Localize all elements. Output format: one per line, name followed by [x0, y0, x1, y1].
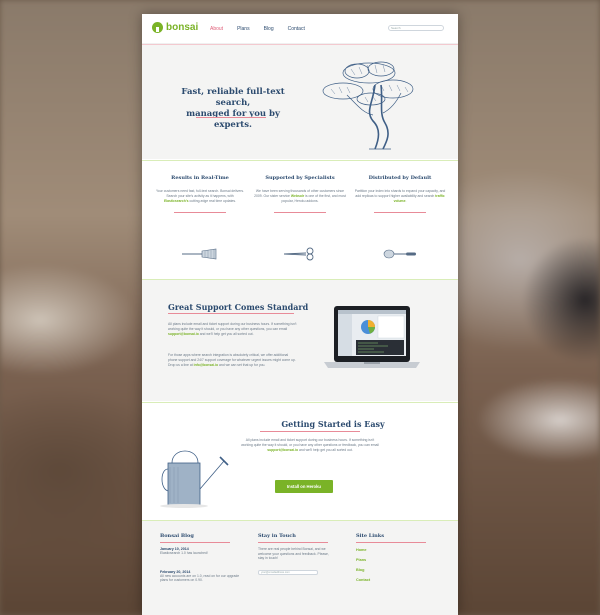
footer-site-links: Site Links Home Plans Blog Contact	[356, 533, 436, 585]
support-text: and we can set that up for you.	[218, 363, 266, 367]
footer-divider	[160, 542, 230, 543]
footer-links-title: Site Links	[356, 533, 385, 539]
nav-item-contact[interactable]: Contact	[288, 26, 305, 32]
feature-divider	[174, 212, 226, 213]
support-paragraph-2: For those apps where search integration …	[168, 353, 298, 368]
support-paragraph-1: All plans include email and ticket suppo…	[168, 322, 298, 337]
feature-link[interactable]: Websolr	[291, 194, 304, 198]
email-field[interactable]: your@emailaddress.com	[258, 569, 318, 575]
feature-text-a: Partition your index into shards to expa…	[354, 189, 446, 198]
feature-title: Results in Real-Time	[171, 175, 229, 181]
bonsai-logo-icon	[152, 22, 163, 33]
footer-divider	[258, 542, 328, 543]
started-text-b: and we'll help get you all sorted out.	[298, 448, 353, 452]
footer-blog: Bonsai Blog January 10, 2014 Elasticsear…	[160, 533, 240, 583]
support-text: All plans include email and ticket suppo…	[168, 322, 297, 331]
footer-touch-text: There are real people behind Bonsai, and…	[258, 547, 329, 560]
feature-text-b: .	[405, 199, 407, 203]
hero-title-line-1: Fast, reliable full-text search,	[181, 87, 285, 108]
watering-can-illustration	[160, 450, 229, 508]
support-title: Great Support Comes Standard	[168, 302, 309, 312]
feature-text: Partition your index into shards to expa…	[354, 189, 446, 204]
feature-text: Your customers need fast, full-text sear…	[154, 189, 246, 204]
scissors-icon	[283, 247, 314, 261]
nav-item-about[interactable]: About	[210, 26, 223, 32]
broom-icon	[182, 248, 217, 260]
hero-title: Fast, reliable full-text search, managed…	[168, 87, 298, 131]
hero-section: Fast, reliable full-text search, managed…	[142, 44, 458, 159]
started-text-a: All plans include email and ticket suppo…	[241, 438, 379, 447]
getting-started-text: All plans include email and ticket suppo…	[240, 438, 380, 453]
feature-realtime: Results in Real-Time Your customers need…	[154, 175, 246, 213]
footer-blog-title: Bonsai Blog	[160, 533, 194, 539]
feature-text-b: cutting-edge real time updates.	[188, 199, 237, 203]
bonsai-tree-illustration	[322, 61, 414, 150]
footer-touch-title: Stay in Touch	[258, 533, 296, 539]
feature-title: Supported by Specialists	[265, 175, 335, 181]
feature-specialists: Supported by Specialists We have been se…	[254, 175, 346, 213]
blog-post-text[interactable]: Elasticsearch 1.0 has launched!	[160, 551, 240, 556]
getting-started-title: Getting Started is Easy	[281, 419, 385, 429]
footer-divider	[356, 542, 426, 543]
feature-divider	[274, 212, 326, 213]
feature-distributed: Distributed by Default Partition your in…	[354, 175, 446, 213]
footer-link-blog[interactable]: Blog	[356, 565, 436, 575]
support-divider	[168, 313, 294, 314]
brand-logo[interactable]: bonsai	[152, 22, 198, 33]
feature-divider	[374, 212, 426, 213]
footer-link-contact[interactable]: Contact	[356, 575, 436, 585]
feature-text: We have been serving thousands of other …	[254, 189, 346, 204]
support-text: and we'll help get you all sorted out.	[198, 332, 254, 336]
brand-name: bonsai	[166, 22, 199, 33]
feature-title: Distributed by Default	[368, 175, 432, 181]
features-section: Results in Real-Time Your customers need…	[142, 160, 458, 278]
main-nav: About Plans Blog Contact	[210, 26, 305, 32]
nav-item-plans[interactable]: Plans	[237, 26, 250, 32]
trowel-icon	[383, 249, 416, 259]
feature-text-a: Your customers need fast, full-text sear…	[155, 189, 245, 198]
site-header: bonsai About Plans Blog Contact Search	[142, 14, 458, 44]
blog-post-text[interactable]: All new accounts are on 1.0, read on for…	[160, 574, 240, 583]
feature-link[interactable]: Elasticsearch's	[164, 199, 189, 203]
support-email-link[interactable]: support@bonsai.io	[168, 332, 199, 336]
website-mockup: bonsai About Plans Blog Contact Search F…	[142, 14, 458, 615]
footer-link-home[interactable]: Home	[356, 545, 436, 555]
install-on-heroku-button[interactable]: Install on Heroku	[275, 480, 333, 493]
footer-link-plans[interactable]: Plans	[356, 555, 436, 565]
getting-started-section: Getting Started is Easy All plans includ…	[142, 402, 458, 520]
nav-item-blog[interactable]: Blog	[264, 26, 274, 32]
laptop-illustration	[324, 306, 420, 368]
hero-divider	[196, 117, 266, 118]
getting-started-divider	[260, 431, 360, 432]
hero-title-line-2: managed for you by experts.	[186, 109, 280, 130]
site-footer: Bonsai Blog January 10, 2014 Elasticsear…	[142, 520, 458, 615]
info-email-link[interactable]: info@bonsai.io	[194, 363, 218, 367]
support-email-link[interactable]: support@bonsai.io	[267, 448, 298, 452]
footer-stay-in-touch: Stay in Touch There are real people behi…	[258, 533, 330, 575]
support-section: Great Support Comes Standard All plans i…	[142, 279, 458, 401]
search-input[interactable]: Search	[388, 25, 444, 31]
